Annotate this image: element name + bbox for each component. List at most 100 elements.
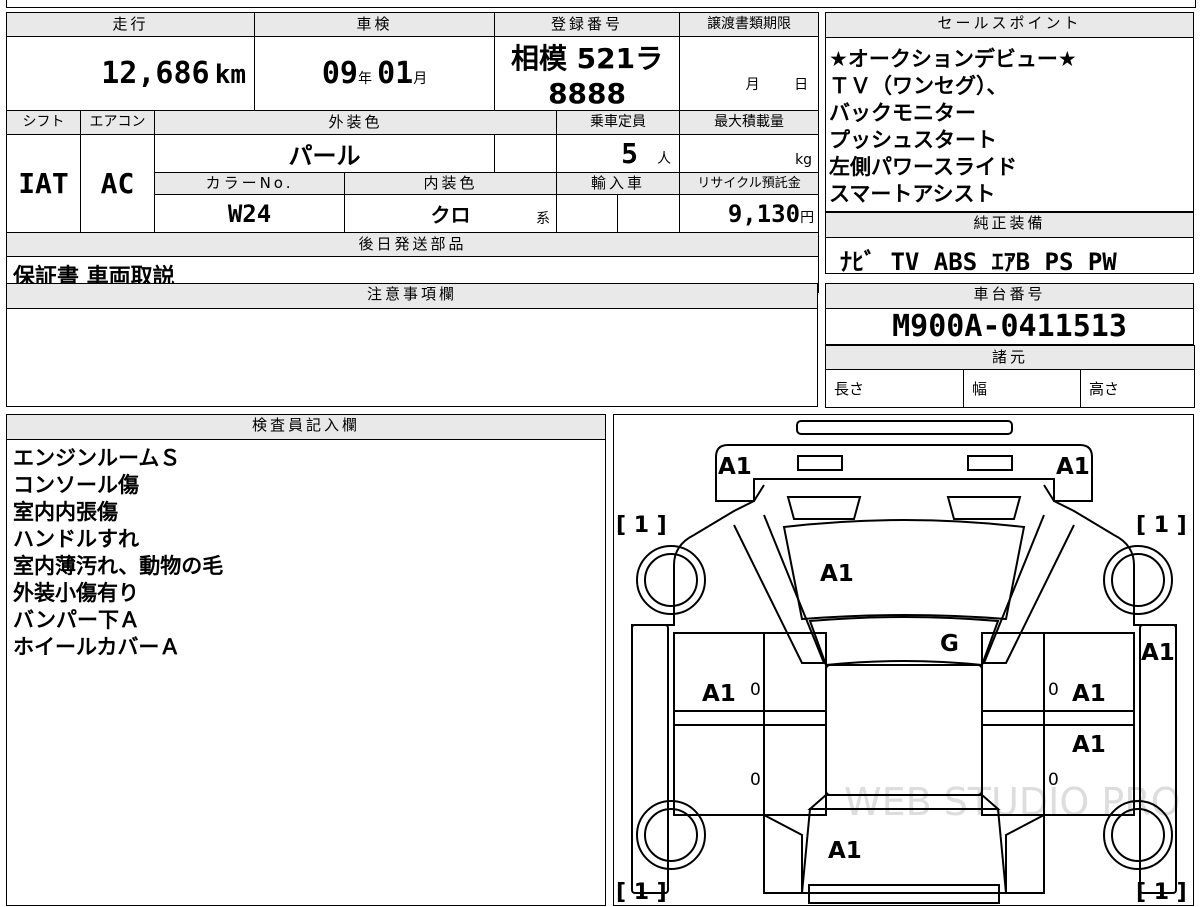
inspector-line: バンパー下Ａ xyxy=(13,608,141,632)
bracket-mark-rear-right: [ 1 ] xyxy=(1136,880,1187,905)
max-load-unit: kg xyxy=(679,134,820,173)
fog-lamp-left xyxy=(797,455,843,471)
headlight-left xyxy=(786,496,862,520)
sales-point-line: スマートアシスト xyxy=(829,182,996,206)
roof xyxy=(825,664,983,796)
inspector-box: 検査員記入欄 エンジンルームＳ コンソール傷 室内内張傷 ハンドルすれ 室内薄汚… xyxy=(6,414,606,906)
registration-value: 相模 521ラ8888 xyxy=(494,36,681,111)
top-strip: ・ xyxy=(0,0,1200,10)
car-diagram-box: WEB STUDIO PRO [1] [1] [1] [1] 0… xyxy=(613,414,1194,906)
front-bumper-bar xyxy=(796,420,1013,435)
spec-width: 幅 xyxy=(963,369,1081,408)
wheel-front-left-inner xyxy=(644,553,698,607)
damage-right-side: A1 xyxy=(1141,640,1175,666)
damage-front-right: A1 xyxy=(1056,454,1090,480)
inspector-line: 室内内張傷 xyxy=(13,500,118,524)
bracket-mark-front-left: [ 1 ] xyxy=(616,513,667,538)
spec-length: 長さ xyxy=(825,369,964,408)
mileage-cell: 12,686 km xyxy=(5,36,256,111)
inspector-label: 検査員記入欄 xyxy=(7,415,605,440)
aircon-label: エアコン xyxy=(80,110,155,135)
transfer-month-unit: 月 xyxy=(745,76,760,93)
mileage-label: 走行 xyxy=(5,12,256,37)
recycle-fee-unit: 円 xyxy=(800,209,815,226)
windshield xyxy=(808,616,1000,667)
side-sill-left xyxy=(631,624,669,894)
wheel-rear-left xyxy=(636,800,706,870)
shift-value: IAT xyxy=(6,134,81,233)
exterior-color-extra xyxy=(494,134,558,173)
damage-rear-hatch: A1 xyxy=(828,838,862,864)
bracket-mark-rear-left: [ 1 ] xyxy=(616,880,667,905)
damage-front-door-right: A1 xyxy=(1072,681,1106,707)
capacity-cell: 5 人 xyxy=(556,134,681,173)
inspector-line: ホイールカバーＡ xyxy=(13,635,181,659)
import-cell-2 xyxy=(617,194,681,233)
interior-color-label: 内装色 xyxy=(344,172,558,195)
color-no-label: カラーNo. xyxy=(153,172,346,195)
sales-points-box: セールスポイント ★オークションデビュー★ ＴＶ（ワンセグ）、 バックモニター … xyxy=(825,12,1194,212)
rear-quarter-left xyxy=(763,813,803,894)
damage-hood: A1 xyxy=(820,561,854,587)
interior-color-value: クロ xyxy=(430,203,471,227)
inspector-line: エンジンルームＳ xyxy=(13,446,181,470)
sales-point-line: ★オークションデビュー★ xyxy=(829,47,1077,71)
mileage-unit: km xyxy=(214,60,247,90)
mileage-value: 12,686 xyxy=(101,56,210,91)
spec-height: 高さ xyxy=(1079,369,1196,408)
wheel-front-left xyxy=(636,545,706,615)
top-strip-cell xyxy=(6,0,1196,8)
fog-lamp-right xyxy=(967,455,1013,471)
import-label: 輸入車 xyxy=(556,172,681,195)
damage-front-left: A1 xyxy=(718,454,752,480)
exterior-color-value: パール xyxy=(153,134,496,173)
damage-rear-door-right: A1 xyxy=(1072,732,1106,758)
zero-mark: 0 xyxy=(750,770,761,790)
shaken-year-unit: 年 xyxy=(357,71,372,87)
chassis-label: 車台番号 xyxy=(826,284,1193,309)
shaken-month-unit: 月 xyxy=(413,71,428,87)
top-strip-dot: ・ xyxy=(520,0,534,8)
interior-color-cell: クロ 系 xyxy=(344,194,558,233)
fender-right xyxy=(982,514,1075,664)
chassis-box: 車台番号 M900A-0411513 xyxy=(825,283,1194,345)
bracket-mark-front-right: [ 1 ] xyxy=(1136,513,1187,538)
later-parts-label: 後日発送部品 xyxy=(5,232,820,257)
notes-label: 注意事項欄 xyxy=(7,284,817,309)
interior-color-suffix: 系 xyxy=(536,211,551,227)
genuine-equipment-box: 純正装備 ﾅﾋﾞ TV ABS ｴｱB PS PW xyxy=(825,212,1194,276)
inspector-line: ハンドルすれ xyxy=(13,527,139,551)
damage-front-door-left: A1 xyxy=(702,681,736,707)
capacity-unit: 人 xyxy=(657,151,672,167)
sales-point-line: プッシュスタート xyxy=(829,128,997,152)
exterior-color-label: 外装色 xyxy=(153,110,558,135)
recycle-fee-label: リサイクル預託金 xyxy=(679,172,820,195)
zero-mark: 0 xyxy=(1048,680,1059,700)
sales-point-line: 左側パワースライド xyxy=(829,155,1017,179)
aircon-value: AC xyxy=(80,134,155,233)
capacity-value: 5 xyxy=(621,137,638,170)
specs-label: 諸元 xyxy=(824,345,1196,370)
vehicle-info-table: 走行 車検 登録番号 譲渡書類期限 12,686 km 09年 01月 相模 5… xyxy=(5,12,820,293)
shaken-label: 車検 xyxy=(254,12,496,37)
zero-mark: 0 xyxy=(750,680,761,700)
sales-point-line: ＴＶ（ワンセグ）、 xyxy=(829,74,1008,98)
chassis-value: M900A-0411513 xyxy=(892,309,1127,344)
sales-point-line: バックモニター xyxy=(829,101,976,125)
capacity-label: 乗車定員 xyxy=(556,110,681,135)
sales-points-list: ★オークションデビュー★ ＴＶ（ワンセグ）、 バックモニター プッシュスタート … xyxy=(826,38,1193,208)
inspector-line: 室内薄汚れ、動物の毛 xyxy=(13,554,224,578)
shaken-year: 09 xyxy=(321,56,358,91)
transfer-day-unit: 日 xyxy=(794,76,809,93)
inspector-list: エンジンルームＳ コンソール傷 室内内張傷 ハンドルすれ 室内薄汚れ、動物の毛 … xyxy=(7,440,605,661)
zero-mark: 0 xyxy=(1048,770,1059,790)
recycle-fee-value: 9,130 xyxy=(727,199,801,228)
front-bumper xyxy=(715,444,1093,502)
import-cell-1 xyxy=(556,194,619,233)
inspector-line: コンソール傷 xyxy=(13,473,139,497)
genuine-equipment-label: 純正装備 xyxy=(826,213,1193,238)
car-diagram: WEB STUDIO PRO [1] [1] [1] [1] 0… xyxy=(616,420,1187,905)
shift-label: シフト xyxy=(6,110,81,135)
inspector-line: 外装小傷有り xyxy=(13,581,139,605)
damage-windshield: G xyxy=(940,631,959,657)
